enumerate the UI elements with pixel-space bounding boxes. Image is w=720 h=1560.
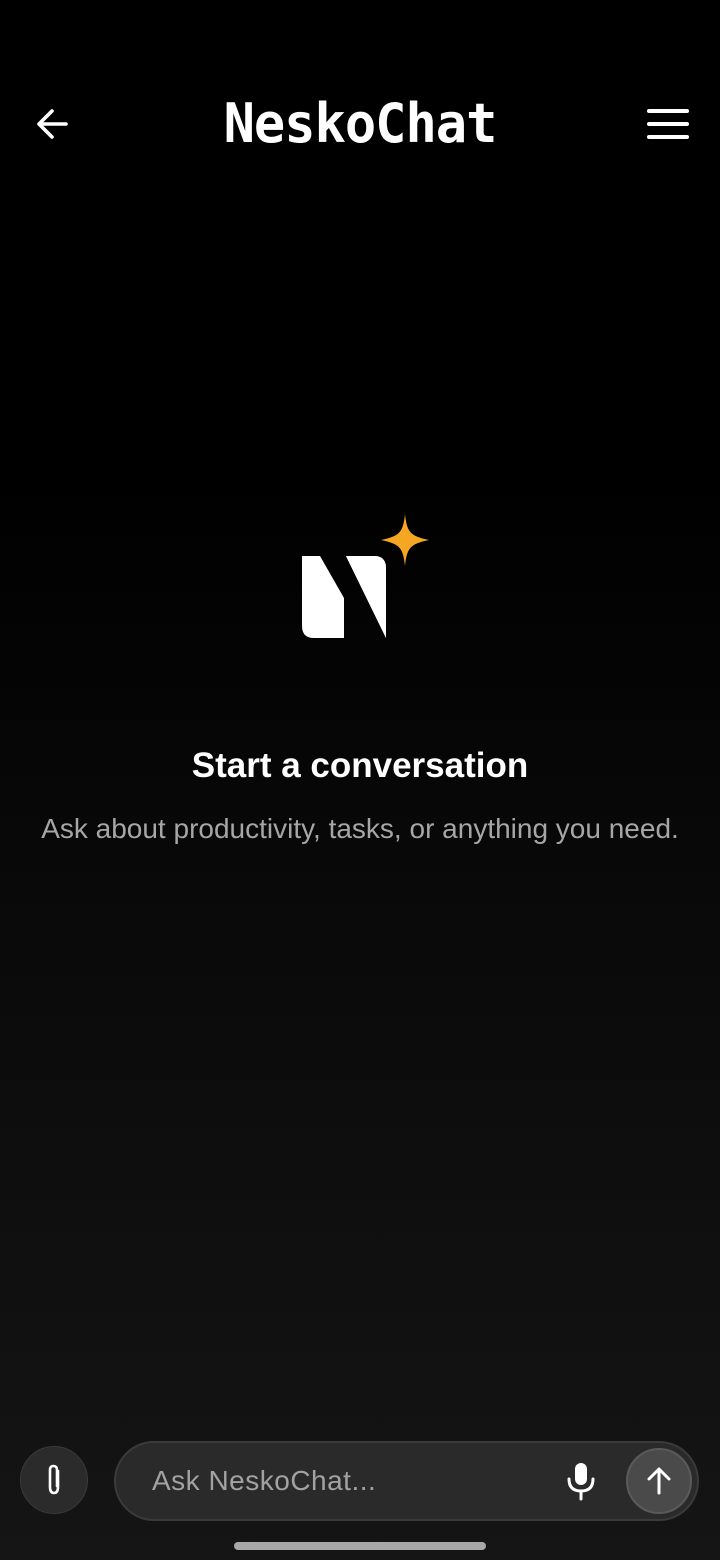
home-indicator [234, 1542, 486, 1550]
arrow-up-icon [647, 1467, 671, 1495]
voice-input-button[interactable] [556, 1455, 606, 1507]
nesko-logo-icon [302, 514, 429, 638]
chat-screen: NeskoChat Start a conversation Ask about… [0, 0, 720, 1560]
sparkle-icon [381, 514, 429, 566]
attach-button[interactable] [20, 1446, 88, 1514]
app-title: NeskoChat [223, 92, 498, 156]
hamburger-menu-icon [647, 109, 689, 139]
back-button[interactable] [28, 100, 76, 148]
empty-state-subtitle: Ask about productivity, tasks, or anythi… [41, 813, 679, 844]
menu-button[interactable] [640, 100, 696, 148]
paperclip-icon [48, 1464, 60, 1495]
send-button[interactable] [626, 1448, 692, 1514]
microphone-icon [567, 1463, 595, 1501]
arrow-left-icon [37, 109, 68, 139]
empty-state-title: Start a conversation [191, 746, 529, 785]
message-input-container [114, 1441, 699, 1521]
message-input[interactable] [152, 1453, 532, 1509]
